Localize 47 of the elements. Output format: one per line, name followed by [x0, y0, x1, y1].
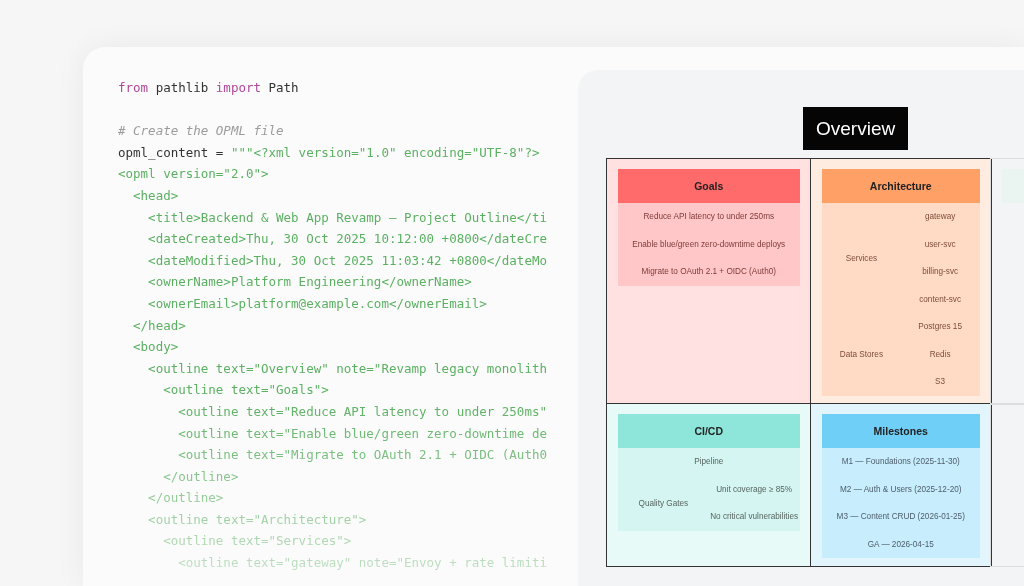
node-label: Unit coverage ≥ 85% [716, 484, 793, 494]
node-label: Services [845, 253, 878, 263]
code-line: <body> [132, 338, 179, 357]
branch-header: Goals [618, 169, 800, 203]
code-line: <dateModified>Thu, 30 Oct 2025 11:03:42 +0800</dateMo [147, 251, 547, 270]
node-label: GA — 2026-04-15 [867, 539, 934, 549]
code-line: <title>Backend & Web App Revamp — Project Outline</ti [147, 208, 547, 227]
code-line: <head> [132, 186, 179, 205]
code-line: <ownerEmail>platform@example.com</ownerEmail> [147, 294, 487, 313]
code-line: </head> [132, 316, 186, 335]
code-line: <outline text="Enable blue/green zero-downtime de [177, 424, 547, 443]
node-label: Migrate to OAuth 2.1 + OIDC (Auth0) [641, 267, 776, 277]
code-line: </outline> [147, 489, 224, 508]
node-label: Postgres 15 [918, 322, 962, 332]
node-label: M1 — Foundations (2025-11-30) [841, 457, 960, 467]
node-label: M3 — Content CRUD (2026-01-25) [836, 512, 965, 522]
code-line: <outline text="Overview" note="Revamp legacy monolith [147, 359, 547, 378]
map-title: Overview [803, 107, 909, 150]
code-line: <ownerName>Platform Engineering</ownerName> [147, 273, 472, 292]
code-line: opml_content = """<?xml version="1.0" encoding="UTF-8"?> [118, 143, 540, 162]
branch-header: CI/CD [618, 414, 800, 448]
branch-header: Architecture [822, 169, 980, 203]
code-line: <outline text="Goals"> [162, 381, 329, 400]
code-line: <opml version="2.0"> [118, 165, 269, 184]
node-label: Pipeline [694, 457, 724, 467]
code-line: <outline text="gateway" note="Envoy + rate limiti [177, 554, 547, 573]
code-line: </outline> [162, 467, 239, 486]
branch-header: Milestones [822, 414, 980, 448]
node-label: Reduce API latency to under 250ms [643, 212, 775, 222]
code-line: <outline text="Services"> [162, 532, 352, 551]
node-label: billing-svc [922, 267, 959, 277]
code-line: <dateCreated>Thu, 30 Oct 2025 10:12:00 +0800</dateCre [147, 230, 547, 249]
node-label: Enable blue/green zero-downtime deploys [632, 239, 786, 249]
node-label: Redis [929, 349, 951, 359]
code-line: from pathlib import Path [118, 79, 299, 97]
code-line: <outline text="Reduce API latency to under 250ms" [177, 402, 547, 421]
node-label: user-svc [924, 239, 956, 249]
node-label: M2 — Auth & Users (2025-12-20) [840, 484, 962, 494]
node-label: content-svc [919, 294, 962, 304]
code-line: <outline text="Migrate to OAuth 2.1 + OIDC (Auth0 [177, 446, 547, 465]
code-line: # Create the OPML file [118, 122, 284, 141]
code-line: <outline text="Architecture"> [147, 510, 367, 529]
node-label: S3 [935, 377, 946, 387]
node-label: Data Stores [839, 349, 883, 359]
node-label: No critical vulnerabilities [710, 512, 799, 522]
node-label: Quality Gates [638, 498, 689, 508]
node-label: gateway [924, 212, 956, 222]
